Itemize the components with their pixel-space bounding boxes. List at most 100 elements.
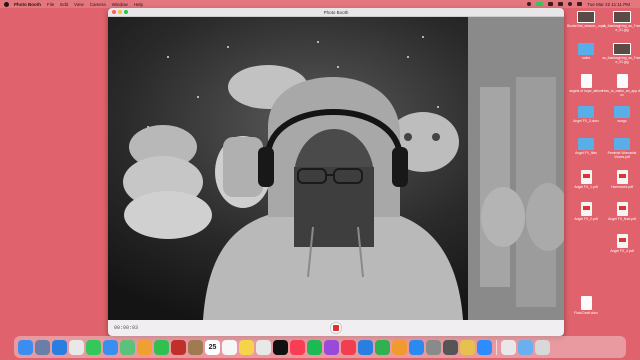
desktop-icon-label: Angel FX_files	[575, 151, 597, 155]
dock-iphone-mirroring-icon[interactable]	[443, 339, 458, 355]
dock-reminders-icon[interactable]	[222, 339, 237, 355]
control-center-toggle-icon[interactable]	[577, 2, 583, 6]
doc-icon	[616, 74, 628, 88]
desktop-icon-folder[interactable]: notes	[566, 43, 606, 60]
dock-apple-tv-icon[interactable]	[273, 339, 288, 355]
desktop-icon-label: angels of hope_album	[569, 89, 603, 93]
spotlight-icon[interactable]	[568, 2, 573, 6]
dock-pages-icon[interactable]	[392, 339, 407, 355]
desktop-icon-pdf[interactable]: Angel FX_2.pdf	[566, 202, 606, 221]
desktop-icon-label: Angel FX_3.docx	[573, 119, 599, 123]
folder-icon	[614, 106, 630, 118]
dock-photo-library-icon[interactable]	[501, 339, 516, 355]
desktop-icon-pdf[interactable]: Angel FX_4.pdf	[602, 234, 640, 253]
control-center-icon[interactable]	[527, 2, 532, 6]
menubar-clock[interactable]: Tue Mar 22 11:11 PM	[587, 2, 630, 7]
dock-chrome-icon[interactable]	[69, 339, 84, 355]
dock-music-icon[interactable]	[290, 339, 305, 355]
folder-icon	[578, 43, 594, 55]
menu-help[interactable]: Help	[134, 2, 143, 7]
desktop-icon-label: How_to_make_an_app.docx	[602, 89, 640, 97]
status-area: Tue Mar 22 11:11 PM	[527, 2, 636, 7]
window-title: Photo Booth	[323, 9, 349, 15]
camera-feed-image	[108, 17, 564, 320]
thumb-icon	[613, 43, 631, 55]
pdf-icon	[616, 234, 628, 248]
pdf-icon	[580, 202, 592, 216]
desktop-icon-label: ss_thanksgiving_ss_Frame_02.jpg	[602, 56, 640, 64]
dock-news-icon[interactable]	[341, 339, 356, 355]
dock-notes-icon[interactable]	[239, 339, 254, 355]
menu-bar: Photo Booth File Edit View Camera Window…	[0, 0, 640, 8]
wifi-icon[interactable]	[558, 2, 564, 6]
dock-trash-icon[interactable]	[535, 339, 550, 355]
dock-app-store-icon[interactable]	[409, 339, 424, 355]
dock-contacts-icon[interactable]	[188, 339, 203, 355]
desktop-icon-label: ss_thanksgiving_ss_Frame_01.jpg	[602, 24, 640, 32]
desktop-icon-thumb[interactable]: Bucket list_season_.mp4	[566, 11, 606, 28]
dock-podcasts-icon[interactable]	[324, 339, 339, 355]
desktop-icon-label: Final Draft.docx	[574, 311, 598, 315]
dock-preview-icon[interactable]	[460, 339, 475, 355]
desktop-icon-label: Angel FX_2.pdf	[574, 217, 598, 221]
dock-messages-icon[interactable]	[86, 339, 101, 355]
dock-photos-icon[interactable]	[137, 339, 152, 355]
desktop-icon-label: songs	[617, 119, 627, 123]
camera-preview	[108, 17, 564, 320]
folder-icon	[614, 138, 630, 150]
dock-downloads-icon[interactable]	[518, 339, 533, 355]
apple-menu-icon[interactable]	[4, 1, 9, 7]
desktop-icon-thumb[interactable]: ss_thanksgiving_ss_Frame_01.jpg	[602, 11, 640, 32]
dock-system-settings-icon[interactable]	[426, 339, 441, 355]
desktop-icon-pdf[interactable]: Homework.pdf	[602, 170, 640, 189]
menu-app-name[interactable]: Photo Booth	[14, 2, 41, 7]
dock-mail-icon[interactable]	[103, 339, 118, 355]
desktop-icon-folder[interactable]: Feminist Womanist Voices.pdf	[602, 138, 640, 159]
desktop-icon-label: Feminist Womanist Voices.pdf	[607, 151, 637, 159]
menu-view[interactable]: View	[74, 2, 84, 7]
dock: 25	[14, 336, 626, 358]
dock-freeform-icon[interactable]	[256, 339, 271, 355]
screen-recording-icon[interactable]	[536, 2, 544, 6]
desktop-icon-pdf[interactable]: Angel FX_1.pdf	[566, 170, 606, 189]
desktop-icon-label: Angel FX_final.pdf	[608, 217, 636, 221]
menu-camera[interactable]: Camera	[90, 2, 106, 7]
desktop-icon-doc[interactable]: Final Draft.docx	[566, 296, 606, 315]
dock-calendar-icon[interactable]: 25	[205, 339, 220, 355]
folder-icon	[578, 106, 594, 118]
dock-launchpad-icon[interactable]	[35, 339, 50, 355]
dock-safari-icon[interactable]	[52, 339, 67, 355]
desktop-icon-folder[interactable]: Angel FX_3.docx	[566, 106, 606, 123]
desktop-icon-label: Angel FX_4.pdf	[610, 249, 634, 253]
desktop-icon-label: notes	[581, 56, 591, 60]
stop-icon	[333, 325, 339, 331]
menu-window[interactable]: Window	[112, 2, 128, 7]
desktop-icon-label: Bucket list_season_.mp4	[567, 24, 605, 28]
dock-numbers-icon[interactable]	[375, 339, 390, 355]
desktop-icon-pdf[interactable]: Angel FX_final.pdf	[602, 202, 640, 221]
menu-edit[interactable]: Edit	[60, 2, 68, 7]
menu-file[interactable]: File	[47, 2, 54, 7]
dock-maps-icon[interactable]	[120, 339, 135, 355]
dock-keynote-icon[interactable]	[358, 339, 373, 355]
thumb-icon	[577, 11, 595, 23]
photo-booth-controls: 00:00:03	[108, 320, 564, 336]
dock-photo-booth-icon[interactable]	[171, 339, 186, 355]
dock-facetime-icon[interactable]	[154, 339, 169, 355]
pdf-icon	[616, 202, 628, 216]
desktop-icon-folder[interactable]: songs	[602, 106, 640, 123]
desktop-icon-label: Angel FX_1.pdf	[574, 185, 598, 189]
dock-finder-icon[interactable]	[18, 339, 33, 355]
desktop-icon-doc[interactable]: angels of hope_album	[566, 74, 606, 93]
window-titlebar[interactable]: Photo Booth	[108, 8, 564, 17]
folder-icon	[578, 138, 594, 150]
desktop-icon-thumb[interactable]: ss_thanksgiving_ss_Frame_02.jpg	[602, 43, 640, 64]
photo-booth-window: Photo Booth 00:00:03	[108, 8, 564, 336]
desktop-icon-folder[interactable]: Angel FX_files	[566, 138, 606, 155]
dock-zoom-icon[interactable]	[477, 339, 492, 355]
battery-icon[interactable]	[548, 2, 554, 6]
desktop-icon-doc[interactable]: How_to_make_an_app.docx	[602, 74, 640, 97]
pdf-icon	[616, 170, 628, 184]
stop-recording-button[interactable]	[330, 322, 342, 334]
dock-spotify-icon[interactable]	[307, 339, 322, 355]
